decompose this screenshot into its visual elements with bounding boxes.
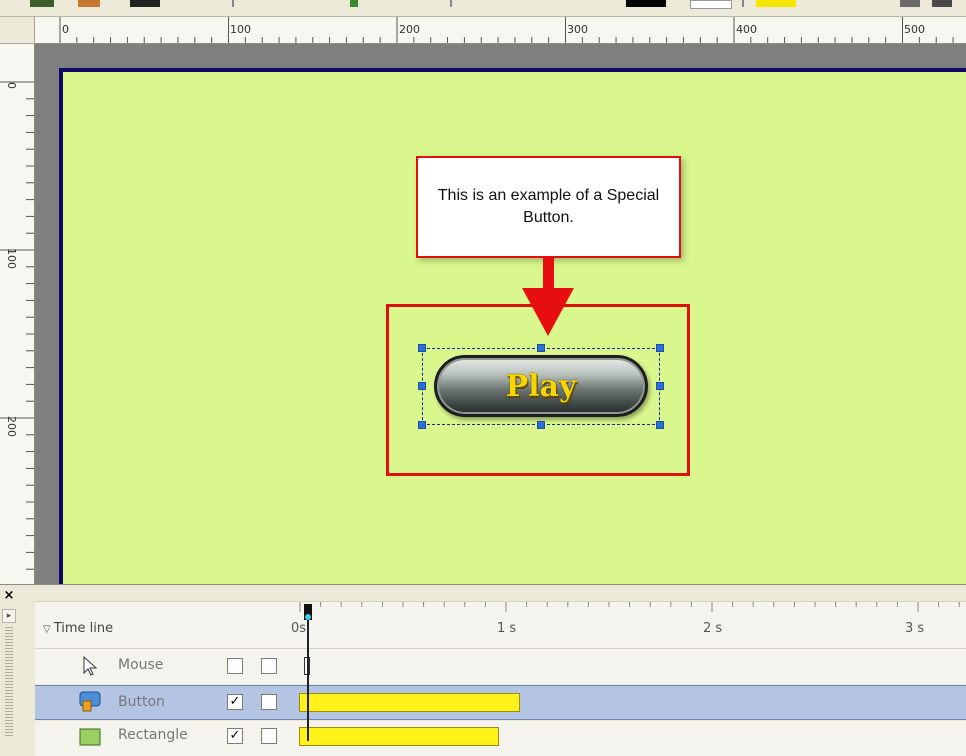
ruler-label: 200 bbox=[5, 416, 18, 437]
resize-handle-ne[interactable] bbox=[656, 344, 664, 352]
color-swatch[interactable] bbox=[756, 0, 796, 7]
callout-box[interactable]: This is an example of a Special Button. bbox=[416, 156, 681, 258]
ruler-label: 100 bbox=[230, 23, 251, 36]
visibility-checkbox[interactable]: ✓ bbox=[227, 694, 243, 710]
toolbar-separator bbox=[450, 0, 452, 7]
ruler-label: 500 bbox=[904, 23, 925, 36]
ruler-label: 0 bbox=[62, 23, 69, 36]
resize-handle-se[interactable] bbox=[656, 421, 664, 429]
close-icon[interactable]: × bbox=[2, 589, 16, 603]
lock-checkbox[interactable] bbox=[261, 694, 277, 710]
timeline-title: Time line bbox=[53, 621, 114, 636]
ruler-label: 0 bbox=[5, 82, 18, 89]
timeline-toggle[interactable]: ▽ Time line bbox=[43, 621, 113, 636]
lock-checkbox[interactable] bbox=[261, 658, 277, 674]
timeline-bar-button[interactable] bbox=[299, 693, 520, 712]
vertical-ruler-ticks bbox=[0, 81, 34, 570]
timeline-panel: × ▸ ▽ Time line 0s 1 s 2 s 3 s Mouse Butt… bbox=[0, 584, 966, 756]
toolbar-strip bbox=[0, 0, 966, 17]
horizontal-ruler: 0 100 200 300 400 500 bbox=[35, 17, 966, 44]
toolbar-icon[interactable] bbox=[932, 0, 952, 7]
color-swatch[interactable] bbox=[626, 0, 666, 7]
toolbar-icon[interactable] bbox=[78, 0, 100, 7]
ruler-label: 400 bbox=[736, 23, 757, 36]
toolbar-icon[interactable] bbox=[900, 0, 920, 7]
track-name: Button bbox=[118, 694, 165, 710]
resize-handle-e[interactable] bbox=[656, 382, 664, 390]
rectangle-object-icon bbox=[79, 728, 101, 746]
ruler-corner bbox=[0, 17, 35, 44]
callout-text: This is an example of a Special Button. bbox=[437, 187, 660, 226]
track-name: Mouse bbox=[118, 657, 164, 673]
timeline-header: ▽ Time line 0s 1 s 2 s 3 s bbox=[35, 601, 966, 649]
toolbar-icon[interactable] bbox=[350, 0, 358, 7]
vertical-ruler: 0 100 200 bbox=[0, 44, 35, 584]
time-label: 0s bbox=[291, 621, 307, 636]
collapse-triangle-icon: ▽ bbox=[43, 624, 51, 635]
toolbar-icon[interactable] bbox=[130, 0, 160, 7]
toolbar-separator bbox=[232, 0, 234, 7]
panel-grip[interactable] bbox=[5, 627, 13, 737]
lock-checkbox[interactable] bbox=[261, 728, 277, 744]
ruler-label: 200 bbox=[399, 23, 420, 36]
playhead-marker bbox=[305, 614, 311, 620]
resize-handle-s[interactable] bbox=[537, 421, 545, 429]
timeline-bar-rectangle[interactable] bbox=[299, 727, 499, 746]
resize-handle-sw[interactable] bbox=[418, 421, 426, 429]
horizontal-ruler-ticks bbox=[59, 17, 954, 43]
toolbar-separator bbox=[742, 0, 744, 7]
expand-panel-icon[interactable]: ▸ bbox=[2, 609, 16, 623]
time-label: 3 s bbox=[905, 621, 925, 636]
callout-arrow-shaft bbox=[543, 258, 554, 290]
visibility-checkbox[interactable] bbox=[227, 658, 243, 674]
resize-handle-n[interactable] bbox=[537, 344, 545, 352]
time-label: 2 s bbox=[703, 621, 723, 636]
ruler-label: 100 bbox=[5, 248, 18, 269]
playhead-line[interactable] bbox=[307, 607, 309, 741]
resize-handle-w[interactable] bbox=[418, 382, 426, 390]
selection-box[interactable] bbox=[422, 348, 660, 425]
canvas-area[interactable]: This is an example of a Special Button. … bbox=[35, 44, 966, 584]
visibility-checkbox[interactable]: ✓ bbox=[227, 728, 243, 744]
button-object-icon bbox=[79, 691, 101, 712]
time-label: 1 s bbox=[497, 621, 517, 636]
resize-handle-nw[interactable] bbox=[418, 344, 426, 352]
mouse-cursor-icon bbox=[83, 655, 98, 676]
track-row-mouse[interactable]: Mouse bbox=[35, 649, 966, 684]
stage[interactable]: This is an example of a Special Button. … bbox=[59, 68, 966, 584]
toolbar-icon[interactable] bbox=[30, 0, 54, 7]
ruler-label: 300 bbox=[567, 23, 588, 36]
track-row-button[interactable]: Button ✓ bbox=[35, 685, 966, 720]
track-row-rectangle[interactable]: Rectangle ✓ bbox=[35, 721, 966, 756]
color-swatch[interactable] bbox=[690, 0, 732, 9]
